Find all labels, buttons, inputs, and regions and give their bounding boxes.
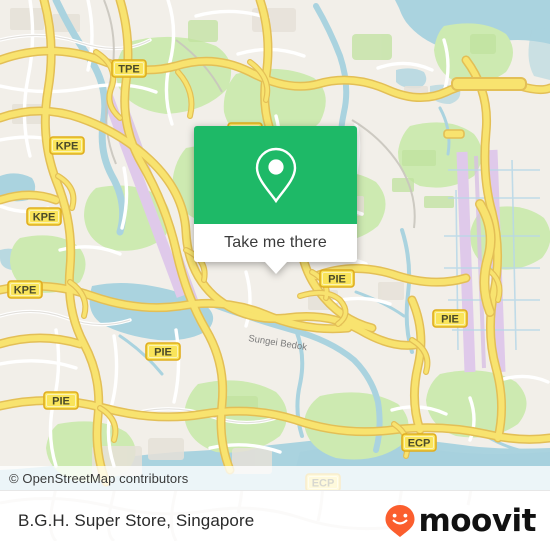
footer-bar: B.G.H. Super Store, Singapore moovit [0, 490, 550, 550]
moovit-wordmark: moovit [418, 502, 536, 539]
map-attribution-bar: © OpenStreetMap contributors [0, 466, 550, 490]
take-me-there-callout[interactable]: Take me there [194, 126, 357, 274]
moovit-logo[interactable]: moovit [384, 504, 536, 538]
place-title: B.G.H. Super Store, Singapore [18, 511, 255, 530]
moovit-place-map-screenshot: Sungei Bedok TPEKPEKPEKPETPEPIEPIEPIEPIE… [0, 0, 550, 550]
moovit-pin-smile-icon [385, 505, 415, 537]
take-me-there-label: Take me there [224, 234, 327, 251]
callout-icon-area [194, 126, 357, 224]
openstreetmap-attribution-text: © OpenStreetMap contributors [9, 470, 189, 486]
callout-pointer [264, 262, 287, 274]
take-me-there-button[interactable]: Take me there [194, 224, 357, 274]
map-pin-icon [255, 147, 296, 204]
